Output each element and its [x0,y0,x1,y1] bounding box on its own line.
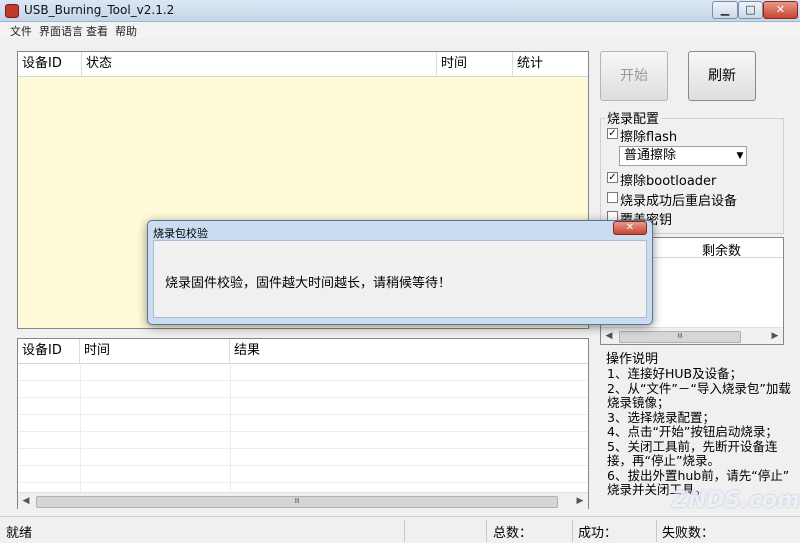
erase-flash-label: 擦除flash [620,130,678,145]
status-divider [486,520,487,542]
status-total: 总数： [493,526,533,541]
scroll-left-icon[interactable]: ◀ [601,328,617,344]
col-device-id[interactable]: 设备ID [18,339,80,363]
close-icon: ✕ [625,222,635,233]
scroll-right-icon[interactable]: ▶ [572,493,588,509]
chevron-down-icon[interactable]: ▼ [733,146,747,166]
table-row-divider [18,482,588,483]
col-device-id[interactable]: 设备ID [18,52,82,76]
col-remaining[interactable]: 剩余数 [702,240,741,259]
scroll-grip-icon: Ⅲ [294,497,300,505]
horizontal-scrollbar[interactable]: ◀ Ⅲ ▶ [18,492,588,509]
table-row-divider [18,380,588,381]
erase-flash-checkbox[interactable]: ✓ [607,128,618,139]
menu-bar: 文件 界面语言 查看 帮助 [0,22,800,38]
status-success: 成功： [578,526,618,541]
instructions-title: 操作说明 [606,352,659,367]
status-fail: 失败数： [662,526,715,541]
dialog-title: 烧录包校验 [153,227,208,240]
dialog-message: 烧录固件校验，固件越大时间越长，请稍候等待！ [165,276,452,291]
table-row-divider [18,397,588,398]
table-row-divider [18,414,588,415]
reboot-after-label: 烧录成功后重启设备 [620,194,738,209]
close-button[interactable]: ✕ [763,1,798,19]
table-col-divider [80,363,81,493]
burn-config-title: 烧录配置 [605,108,662,127]
instruction-line: 1、连接好HUB及设备； [607,366,743,381]
col-time[interactable]: 时间 [80,339,230,363]
col-status[interactable]: 状态 [82,52,437,76]
scroll-thumb[interactable]: Ⅲ [36,496,558,508]
menu-file[interactable]: 文件 [10,23,32,39]
scroll-left-icon[interactable]: ◀ [18,493,34,509]
table-row-divider [18,448,588,449]
table-col-divider [230,363,231,493]
table-row-divider [18,431,588,432]
app-icon [5,4,19,18]
status-bar: 就绪 总数： 成功： 失败数： [0,516,800,543]
instruction-line: 烧录镜像； [607,395,670,410]
menu-help[interactable]: 帮助 [115,23,137,39]
check-icon: ✓ [608,128,617,139]
dialog-close-button[interactable]: ✕ [613,221,647,235]
menu-language[interactable]: 界面语言 [39,23,83,39]
close-icon: ✕ [775,3,786,16]
status-divider [404,520,405,542]
col-time[interactable]: 时间 [437,52,513,76]
maximize-icon: □ [745,3,756,16]
reboot-after-checkbox[interactable] [607,192,618,203]
table-row-divider [18,465,588,466]
start-button[interactable]: 开始 [600,51,668,101]
table-header: 设备ID 状态 时间 统计 [18,52,588,77]
maximize-button[interactable]: □ [738,1,763,19]
menu-view[interactable]: 查看 [86,23,108,39]
minimize-button[interactable]: ▁ [712,1,738,19]
col-result[interactable]: 结果 [230,339,588,363]
status-divider [572,520,573,542]
erase-bootloader-label: 擦除bootloader [620,174,717,189]
status-ready: 就绪 [6,526,33,541]
erase-mode-select[interactable]: 普通擦除 [619,146,747,166]
horizontal-scrollbar[interactable]: ◀ Ⅲ ▶ [601,327,783,344]
scroll-right-icon[interactable]: ▶ [767,328,783,344]
refresh-button[interactable]: 刷新 [688,51,756,101]
scroll-thumb[interactable]: Ⅲ [619,331,741,343]
instruction-line: 接，再“停止”烧录。 [607,453,720,468]
col-stats[interactable]: 统计 [513,52,588,76]
window-title: USB_Burning_Tool_v2.1.2 [24,3,175,17]
scroll-grip-icon: Ⅲ [677,332,683,340]
site-watermark-logo: ZNDS.com [672,488,800,513]
erase-bootloader-checkbox[interactable]: ✓ [607,172,618,183]
table-header: 设备ID 时间 结果 [18,339,588,364]
check-icon: ✓ [608,172,617,183]
burn-results-table[interactable]: 设备ID 时间 结果 ◀ Ⅲ ▶ [17,338,589,509]
instruction-line: 4、点击“开始”按钮启动烧录； [607,424,778,439]
minimize-icon: ▁ [720,3,730,16]
status-divider [656,520,657,542]
